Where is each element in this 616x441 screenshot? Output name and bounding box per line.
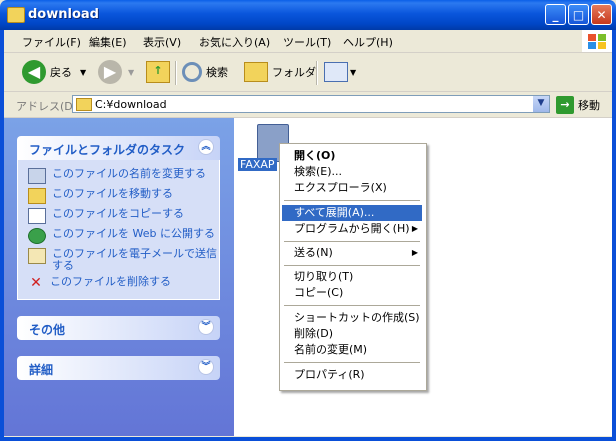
task-label: このファイルを削除する: [50, 275, 171, 288]
views-button[interactable]: ▼: [324, 58, 356, 86]
views-dropdown-icon: ▼: [350, 67, 357, 77]
menu-item-rename[interactable]: 名前の変更(M): [282, 342, 422, 358]
menu-favorites[interactable]: お気に入り(A): [199, 34, 270, 50]
menu-view[interactable]: 表示(V): [143, 34, 181, 50]
menu-item-extract-all[interactable]: すべて展開(A)...: [282, 205, 422, 221]
address-bar: アドレス(D) C:¥download ▼ → 移動: [0, 92, 616, 118]
menu-item-copy[interactable]: コピー(C): [282, 285, 422, 301]
menu-edit[interactable]: 編集(E): [89, 34, 127, 50]
up-folder-button[interactable]: ↑: [146, 58, 170, 86]
back-arrow-icon: ◀: [22, 60, 46, 84]
menu-item-send-to[interactable]: 送る(N) ▶: [282, 245, 422, 261]
task-delete[interactable]: ✕ このファイルを削除する: [28, 275, 215, 291]
task-label: このファイルを電子メールで送信する: [52, 247, 217, 272]
tasks-panel-title: ファイルとフォルダのタスク: [29, 143, 186, 157]
forward-button[interactable]: ▶ ▼: [98, 58, 134, 86]
tasks-panel-header[interactable]: ファイルとフォルダのタスク ︽: [17, 136, 220, 160]
details-panel-title: 詳細: [29, 363, 54, 377]
email-icon: [28, 248, 46, 264]
task-rename[interactable]: このファイルの名前を変更する: [28, 168, 217, 184]
maximize-button[interactable]: □: [568, 4, 589, 25]
task-copy[interactable]: このファイルをコピーする: [28, 208, 217, 224]
toolbar-separator: [175, 61, 177, 85]
rename-icon: [28, 168, 46, 184]
menu-item-properties[interactable]: プロパティ(R): [282, 367, 422, 383]
expand-icon[interactable]: ︾: [198, 319, 214, 335]
menu-item-label: 送る(N): [294, 246, 333, 259]
task-label: このファイルを移動する: [52, 187, 173, 200]
other-panel-header[interactable]: その他 ︾: [17, 316, 220, 340]
task-label: このファイルを Web に公開する: [52, 227, 215, 240]
task-pane: ファイルとフォルダのタスク ︽ このファイルの名前を変更する このファイルを移動…: [4, 118, 234, 436]
folders-icon: [244, 62, 268, 82]
windows-logo-icon: [582, 30, 612, 52]
window-border-bottom: [0, 437, 616, 441]
menu-item-explorer[interactable]: エクスプローラ(X): [282, 180, 422, 196]
go-label: 移動: [578, 99, 600, 112]
globe-icon: [28, 228, 46, 244]
back-dropdown-icon[interactable]: ▼: [80, 68, 86, 77]
context-menu: 開く(O) 検索(E)... エクスプローラ(X) すべて展開(A)... プロ…: [279, 143, 427, 391]
back-button[interactable]: ◀ 戻る ▼: [22, 58, 86, 86]
task-label: このファイルをコピーする: [52, 207, 184, 220]
window-border-left: [0, 30, 4, 441]
search-label: 検索: [206, 66, 228, 79]
title-bar[interactable]: download _ □ ✕: [0, 0, 616, 30]
task-label: このファイルの名前を変更する: [52, 167, 206, 180]
minimize-button[interactable]: _: [545, 4, 566, 25]
file-name-label[interactable]: FAXAP: [238, 158, 277, 171]
menu-bar: ファイル(F) 編集(E) 表示(V) お気に入り(A) ツール(T) ヘルプ(…: [0, 30, 616, 53]
other-panel-title: その他: [29, 323, 66, 337]
task-move[interactable]: このファイルを移動する: [28, 188, 217, 204]
submenu-arrow-icon: ▶: [411, 248, 418, 257]
back-label: 戻る: [50, 66, 72, 79]
collapse-icon[interactable]: ︽: [198, 139, 214, 155]
details-panel-header[interactable]: 詳細 ︾: [17, 356, 220, 380]
copy-icon: [28, 208, 46, 224]
forward-arrow-icon: ▶: [98, 60, 122, 84]
go-button[interactable]: → 移動: [556, 96, 600, 114]
tasks-panel-body: このファイルの名前を変更する このファイルを移動する このファイルをコピーする …: [17, 160, 220, 300]
folder-icon: [7, 7, 25, 23]
address-label: アドレス(D): [16, 100, 78, 113]
menu-item-open-with[interactable]: プログラムから開く(H) ▶: [282, 221, 422, 237]
folders-label: フォルダ: [272, 66, 316, 79]
menu-item-open[interactable]: 開く(O): [282, 148, 422, 164]
menu-file[interactable]: ファイル(F): [22, 34, 81, 50]
forward-dropdown-icon[interactable]: ▼: [128, 68, 134, 77]
close-button[interactable]: ✕: [591, 4, 612, 25]
menu-item-create-shortcut[interactable]: ショートカットの作成(S): [282, 310, 422, 326]
up-folder-icon: ↑: [146, 61, 170, 83]
menu-separator: [284, 305, 420, 306]
address-value: C:¥download: [95, 98, 167, 111]
menu-help[interactable]: ヘルプ(H): [343, 34, 393, 50]
menu-separator: [284, 241, 420, 242]
search-icon: [182, 62, 202, 82]
expand-icon[interactable]: ︾: [198, 359, 214, 375]
menu-item-delete[interactable]: 削除(D): [282, 326, 422, 342]
folder-icon: [76, 98, 92, 111]
folders-button[interactable]: フォルダ: [244, 58, 316, 86]
menu-item-label: プログラムから開く(H): [294, 222, 410, 235]
submenu-arrow-icon: ▶: [411, 224, 418, 233]
views-icon: [324, 62, 348, 82]
move-icon: [28, 188, 46, 204]
menu-item-cut[interactable]: 切り取り(T): [282, 269, 422, 285]
menu-separator: [284, 200, 420, 201]
menu-tools[interactable]: ツール(T): [283, 34, 331, 50]
toolbar: ◀ 戻る ▼ ▶ ▼ ↑ 検索 フォルダ ▼: [0, 53, 616, 92]
toolbar-separator: [316, 61, 318, 85]
go-arrow-icon: →: [556, 96, 574, 114]
task-email[interactable]: このファイルを電子メールで送信する: [28, 248, 217, 272]
window-title: download: [28, 7, 99, 22]
search-button[interactable]: 検索: [182, 58, 228, 86]
task-publish-web[interactable]: このファイルを Web に公開する: [28, 228, 217, 244]
chevron-down-icon[interactable]: ▼: [533, 96, 549, 112]
delete-icon: ✕: [30, 275, 42, 291]
window-border-right: [612, 30, 616, 441]
menu-item-search[interactable]: 検索(E)...: [282, 164, 422, 180]
menu-separator: [284, 362, 420, 363]
menu-separator: [284, 265, 420, 266]
address-input[interactable]: C:¥download ▼: [72, 95, 550, 113]
